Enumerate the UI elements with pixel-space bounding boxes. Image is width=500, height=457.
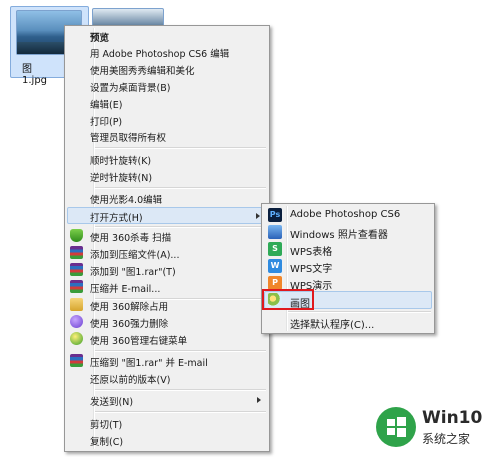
file-label: 图1.jpg <box>22 64 48 86</box>
menu-separator <box>95 350 266 352</box>
chevron-right-icon <box>256 213 260 219</box>
menu-item-360-delete[interactable]: 使用 360强力删除 <box>67 314 267 330</box>
win10-logo-icon <box>376 407 416 447</box>
winrar-icon <box>70 354 83 367</box>
menu-item-360-unlock[interactable]: 使用 360解除占用 <box>67 297 267 313</box>
wps-writer-icon: W <box>268 259 282 273</box>
menu-separator <box>288 311 431 313</box>
wps-presentation-icon: P <box>268 276 282 290</box>
360-unlock-icon <box>70 298 83 311</box>
menu-separator <box>95 187 266 189</box>
context-menu: 预览 用 Adobe Photoshop CS6 编辑 使用美图秀秀编辑和美化 … <box>64 25 270 452</box>
photoshop-icon: Ps <box>268 208 282 222</box>
photo-viewer-icon <box>268 225 282 239</box>
menu-item-open-with[interactable]: 打开方式(H) <box>67 207 267 224</box>
open-with-choose-default[interactable]: 选择默认程序(C)... <box>264 314 432 331</box>
menu-item-take-ownership[interactable]: 管理员取得所有权 <box>67 128 267 144</box>
watermark-name: Win10 <box>422 408 483 428</box>
winrar-icon <box>70 280 83 293</box>
360-shield-icon <box>70 229 83 242</box>
watermark-subtitle: 系统之家 <box>422 432 471 446</box>
menu-item-restore-versions[interactable]: 还原以前的版本(V) <box>67 370 267 386</box>
menu-separator <box>95 147 266 149</box>
menu-item-send-to[interactable]: 发送到(N) <box>67 392 267 408</box>
winrar-icon <box>70 263 83 276</box>
menu-item-compress-email[interactable]: 压缩并 E-mail... <box>67 279 267 295</box>
360-delete-icon <box>70 315 83 328</box>
menu-item-set-wallpaper[interactable]: 设置为桌面背景(B) <box>67 78 267 94</box>
menu-item-preview[interactable]: 预览 <box>67 28 267 44</box>
menu-item-rotate-cw[interactable]: 顺时针旋转(K) <box>67 151 267 167</box>
open-with-wps-spreadsheet[interactable]: S WPS表格 <box>264 241 432 258</box>
winrar-icon <box>70 246 83 259</box>
open-with-submenu: Ps Adobe Photoshop CS6 Windows 照片查看器 S WPS… <box>261 203 435 334</box>
menu-item-copy[interactable]: 复制(C) <box>67 432 267 448</box>
menu-item-360-scan[interactable]: 使用 360杀毒 扫描 <box>67 228 267 244</box>
menu-item-compress-rar-email[interactable]: 压缩到 "图1.rar" 并 E-mail <box>67 353 267 369</box>
menu-item-360-menu-manager[interactable]: 使用 360管理右键菜单 <box>67 331 267 347</box>
menu-item-print[interactable]: 打印(P) <box>67 112 267 128</box>
annotation-highlight-box <box>262 289 314 310</box>
open-with-photo-viewer[interactable]: Windows 照片查看器 <box>264 224 432 241</box>
chevron-right-icon <box>257 397 261 403</box>
menu-item-cut[interactable]: 剪切(T) <box>67 415 267 431</box>
menu-item-meitu[interactable]: 使用美图秀秀编辑和美化 <box>67 61 267 77</box>
wps-spreadsheet-icon: S <box>268 242 282 256</box>
menu-separator <box>95 411 266 413</box>
menu-item-guangying[interactable]: 使用光影4.0编辑 <box>67 190 267 206</box>
menu-item-add-archive[interactable]: 添加到压缩文件(A)... <box>67 245 267 261</box>
360-menu-manager-icon <box>70 332 83 345</box>
menu-item-edit-photoshop[interactable]: 用 Adobe Photoshop CS6 编辑 <box>67 44 267 60</box>
open-with-wps-writer[interactable]: W WPS文字 <box>264 258 432 275</box>
menu-item-edit[interactable]: 编辑(E) <box>67 95 267 111</box>
open-with-photoshop[interactable]: Ps Adobe Photoshop CS6 <box>264 207 432 223</box>
menu-separator <box>95 389 266 391</box>
menu-item-rotate-ccw[interactable]: 逆时针旋转(N) <box>67 168 267 184</box>
menu-item-add-rar[interactable]: 添加到 "图1.rar"(T) <box>67 262 267 278</box>
